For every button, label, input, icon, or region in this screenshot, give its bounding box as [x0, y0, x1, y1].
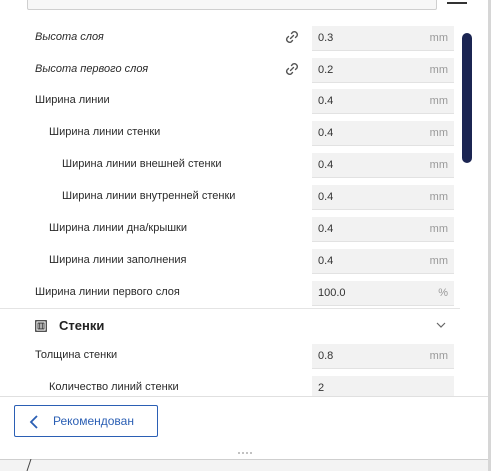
setting-row-initial-layer-height: Высота первого слоя 0.2 mm — [0, 56, 460, 84]
setting-label: Толщина стенки — [35, 349, 118, 361]
settings-panel: Высота слоя 0.3 mm Высота первого слоя 0… — [0, 24, 488, 396]
link-icon[interactable] — [283, 60, 301, 78]
setting-label: Ширина линии внешней стенки — [62, 158, 222, 170]
setting-label: Высота слоя — [35, 31, 104, 43]
walls-icon — [35, 320, 47, 332]
value-input[interactable]: 100.0 % — [312, 281, 454, 306]
setting-label: Ширина линии первого слоя — [35, 286, 180, 298]
chevron-left-icon — [29, 415, 38, 429]
value-input[interactable]: 0.4 mm — [312, 89, 454, 114]
value-input[interactable]: 0.4 mm — [312, 185, 454, 210]
setting-label: Ширина линии — [35, 94, 110, 106]
setting-row-inner-wall-line-width: Ширина линии внутренней стенки 0.4 mm — [0, 183, 460, 211]
setting-label: Высота первого слоя — [35, 63, 149, 75]
setting-label: Ширина линии стенки — [49, 126, 161, 138]
value-input[interactable]: 0.4 mm — [312, 153, 454, 178]
value-input[interactable]: 0.4 mm — [312, 217, 454, 242]
recommended-button-label: Рекомендован — [53, 414, 134, 428]
value-input[interactable]: 0.8 mm — [312, 344, 454, 369]
setting-row-outer-wall-line-width: Ширина линии внешней стенки 0.4 mm — [0, 151, 460, 179]
chevron-down-icon[interactable] — [436, 322, 446, 329]
setting-row-wall-line-count: Количество линий стенки 2 — [0, 374, 460, 396]
value-input[interactable]: 0.4 mm — [312, 249, 454, 274]
scrollbar[interactable] — [462, 33, 472, 163]
setting-row-initial-layer-line-width: Ширина линии первого слоя 100.0 % — [0, 279, 460, 307]
setting-label: Количество линий стенки — [49, 381, 179, 393]
value-input[interactable]: 0.3 mm — [312, 26, 454, 51]
setting-row-wall-thickness: Толщина стенки 0.8 mm — [0, 342, 460, 370]
setting-label: Ширина линии дна/крышки — [49, 222, 188, 234]
setting-row-top-bottom-line-width: Ширина линии дна/крышки 0.4 mm — [0, 215, 460, 243]
setting-label: Ширина линии внутренней стенки — [62, 190, 236, 202]
setting-row-infill-line-width: Ширина линии заполнения 0.4 mm — [0, 247, 460, 275]
search-field[interactable] — [27, 0, 437, 10]
value-input[interactable]: 0.2 mm — [312, 58, 454, 83]
setting-label: Ширина линии заполнения — [49, 254, 187, 266]
recommended-button[interactable]: Рекомендован — [14, 405, 158, 437]
setting-row-layer-height: Высота слоя 0.3 mm — [0, 24, 460, 52]
section-header-walls[interactable]: Стенки — [0, 308, 460, 343]
value-input[interactable]: 0.4 mm — [312, 121, 454, 146]
status-bar — [0, 460, 488, 471]
resize-grip-icon[interactable] — [238, 452, 252, 455]
menu-icon[interactable] — [447, 0, 467, 8]
setting-row-wall-line-width: Ширина линии стенки 0.4 mm — [0, 119, 460, 147]
value-input[interactable]: 2 — [312, 376, 454, 396]
divider — [0, 396, 488, 397]
slash-mark-icon — [26, 459, 32, 471]
setting-row-line-width: Ширина линии 0.4 mm — [0, 87, 460, 115]
link-icon[interactable] — [283, 28, 301, 46]
section-title: Стенки — [59, 318, 105, 333]
